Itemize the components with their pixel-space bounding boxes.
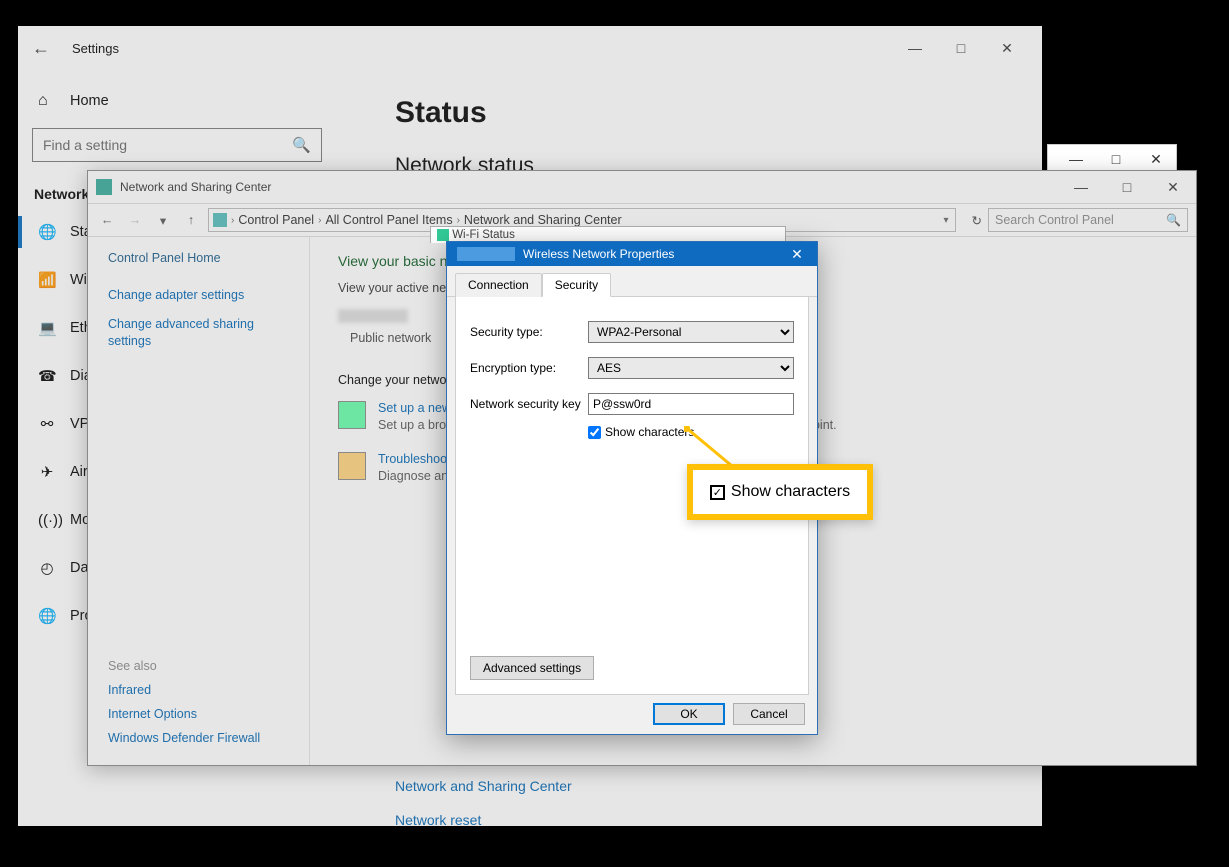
- network-name-redacted: [338, 309, 408, 323]
- address-dropdown-icon[interactable]: ▾: [937, 215, 954, 226]
- see-also-defender-firewall-link[interactable]: Windows Defender Firewall: [108, 731, 260, 745]
- close-button[interactable]: ✕: [1150, 172, 1196, 202]
- status-icon: 🌐: [38, 223, 56, 241]
- wnp-titlebar: Wireless Network Properties ✕: [447, 242, 817, 266]
- control-panel-home-link[interactable]: Control Panel Home: [108, 251, 289, 265]
- tab-security[interactable]: Security: [542, 273, 611, 297]
- troubleshoot-icon: [338, 452, 366, 480]
- callout-text: Show characters: [731, 483, 850, 501]
- refresh-icon[interactable]: ↻: [972, 213, 982, 228]
- wnp-tabs: Connection Security: [447, 266, 817, 297]
- network-security-key-input[interactable]: [588, 393, 794, 415]
- link-network-reset[interactable]: Network reset: [395, 812, 1010, 828]
- settings-search-input[interactable]: Find a setting 🔍: [32, 128, 322, 162]
- home-label: Home: [70, 93, 109, 109]
- minimize-button[interactable]: —: [1058, 172, 1104, 202]
- close-button[interactable]: ✕: [777, 242, 817, 266]
- vpn-icon: ⚯: [38, 415, 56, 433]
- wnp-title: Wireless Network Properties: [523, 247, 674, 261]
- security-type-select[interactable]: WPA2-Personal: [588, 321, 794, 343]
- cancel-button[interactable]: Cancel: [733, 703, 805, 725]
- advanced-settings-button[interactable]: Advanced settings: [470, 656, 594, 680]
- show-characters-label: Show characters: [605, 425, 694, 439]
- network-sharing-icon: [96, 179, 112, 195]
- chevron-right-icon: ›: [231, 215, 234, 226]
- nav-forward-icon[interactable]: →: [124, 213, 146, 227]
- checkbox-icon: ✓: [710, 485, 725, 500]
- back-icon[interactable]: ←: [30, 38, 52, 59]
- minimize-button[interactable]: —: [1056, 145, 1096, 173]
- wifi-icon: 📶: [38, 271, 56, 289]
- encryption-type-label: Encryption type:: [470, 361, 588, 375]
- see-also-header: See also: [108, 659, 260, 673]
- breadcrumb-item[interactable]: Control Panel: [238, 213, 314, 227]
- nav-back-icon[interactable]: ←: [96, 213, 118, 227]
- annotation-callout: ✓ Show characters: [687, 464, 873, 520]
- security-type-label: Security type:: [470, 325, 588, 339]
- sidebar-item-home[interactable]: ⌂ Home: [32, 84, 349, 128]
- settings-window-title: Settings: [72, 41, 119, 56]
- close-button[interactable]: ✕: [984, 33, 1030, 63]
- chevron-right-icon: ›: [318, 215, 321, 226]
- control-panel-sidebar: Control Panel Home Change adapter settin…: [88, 237, 310, 765]
- dialup-icon: ☎: [38, 367, 56, 385]
- maximize-button[interactable]: □: [1104, 172, 1150, 202]
- network-security-key-label: Network security key: [470, 397, 588, 411]
- hotspot-icon: ((·)): [38, 512, 56, 529]
- change-advanced-sharing-link[interactable]: Change advanced sharing settings: [108, 316, 289, 350]
- wnp-footer: OK Cancel: [447, 703, 817, 737]
- see-also-infrared-link[interactable]: Infrared: [108, 683, 260, 697]
- setup-connection-icon: [338, 401, 366, 429]
- page-heading: Status: [395, 96, 1010, 130]
- minimize-button[interactable]: —: [892, 33, 938, 63]
- control-panel-title: Network and Sharing Center: [120, 180, 271, 194]
- breadcrumb-item[interactable]: Network and Sharing Center: [464, 213, 622, 227]
- control-panel-titlebar: Network and Sharing Center — □ ✕: [88, 171, 1196, 203]
- settings-titlebar: ← Settings — □ ✕: [18, 26, 1042, 70]
- search-icon: 🔍: [292, 136, 311, 154]
- ok-button[interactable]: OK: [653, 703, 725, 725]
- chevron-right-icon: ›: [457, 215, 460, 226]
- see-also-internet-options-link[interactable]: Internet Options: [108, 707, 260, 721]
- proxy-icon: 🌐: [38, 607, 56, 625]
- network-name-redacted: [457, 247, 515, 261]
- ethernet-icon: 💻: [38, 319, 56, 337]
- encryption-type-select[interactable]: AES: [588, 357, 794, 379]
- nav-recent-dropdown-icon[interactable]: ▾: [152, 213, 174, 228]
- search-placeholder: Search Control Panel: [995, 213, 1114, 227]
- show-characters-checkbox[interactable]: [588, 426, 601, 439]
- breadcrumb-item[interactable]: All Control Panel Items: [325, 213, 452, 227]
- nav-up-icon[interactable]: ↑: [180, 213, 202, 227]
- wifi-icon: [437, 229, 449, 241]
- link-network-sharing-center[interactable]: Network and Sharing Center: [395, 778, 1010, 794]
- change-adapter-settings-link[interactable]: Change adapter settings: [108, 287, 289, 304]
- maximize-button[interactable]: □: [1096, 145, 1136, 173]
- control-panel-search-input[interactable]: Search Control Panel 🔍: [988, 208, 1188, 232]
- tab-connection[interactable]: Connection: [455, 273, 542, 297]
- wifi-status-title: Wi-Fi Status: [452, 229, 515, 241]
- control-panel-icon: [213, 213, 227, 227]
- home-icon: ⌂: [38, 92, 56, 110]
- airplane-icon: ✈: [38, 463, 56, 481]
- search-icon: 🔍: [1166, 213, 1181, 227]
- search-placeholder: Find a setting: [43, 137, 127, 153]
- close-button[interactable]: ✕: [1136, 145, 1176, 173]
- datausage-icon: ◴: [38, 559, 56, 577]
- maximize-button[interactable]: □: [938, 33, 984, 63]
